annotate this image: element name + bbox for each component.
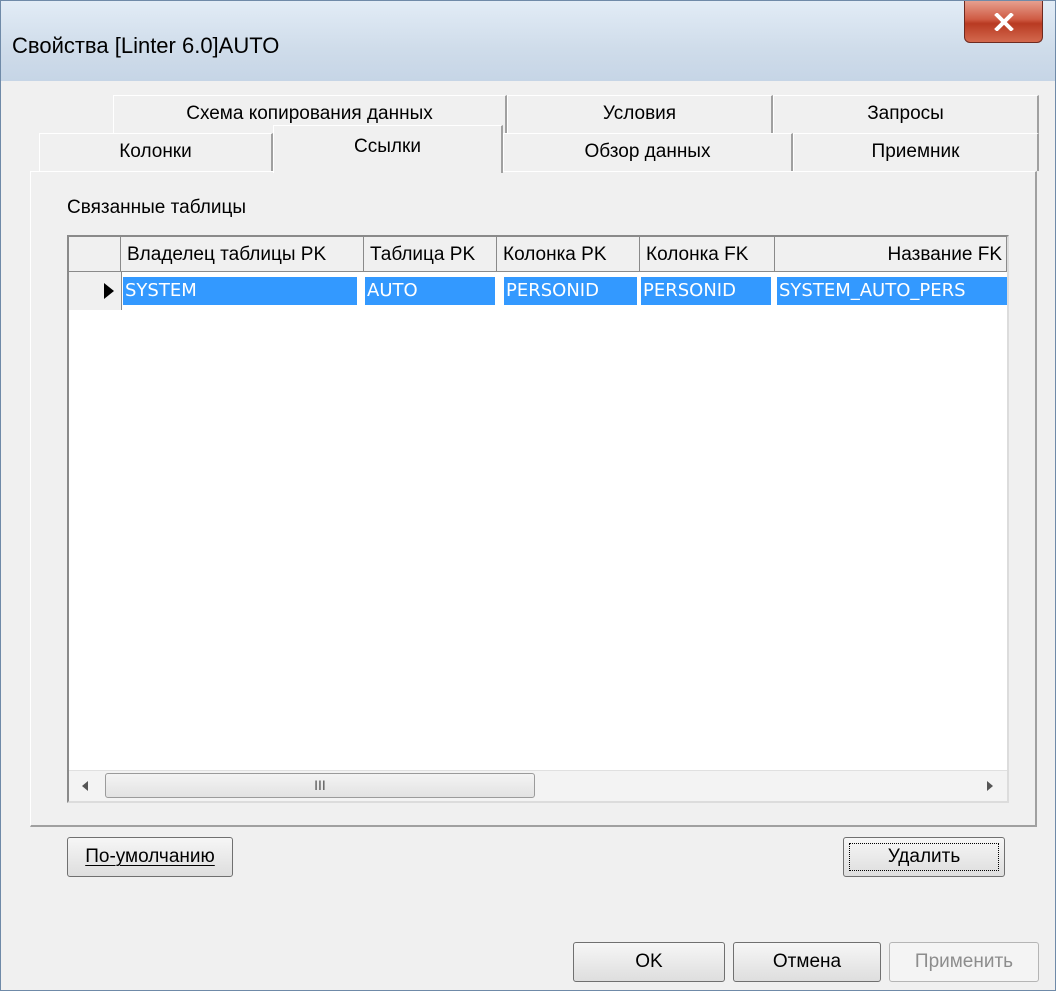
close-button[interactable] — [964, 1, 1043, 43]
cell-pk-table[interactable]: AUTO — [365, 277, 495, 305]
column-header-fk-column[interactable]: Колонка FK — [640, 237, 775, 272]
scroll-left-icon[interactable] — [80, 780, 90, 792]
cancel-button[interactable]: Отмена — [733, 942, 881, 982]
row-indicator-cell — [69, 272, 122, 310]
scroll-grip-icon: III — [314, 777, 326, 793]
column-header-pk-table[interactable]: Таблица PK — [364, 237, 497, 272]
column-header-pk-owner[interactable]: Владелец таблицы PK — [121, 237, 364, 272]
column-header-fk-name[interactable]: Название FK — [775, 237, 1007, 272]
tab-links[interactable]: Ссылки — [273, 125, 503, 173]
horizontal-scrollbar[interactable]: III — [69, 770, 1007, 801]
window-title: Свойства [Linter 6.0]AUTO — [12, 33, 280, 58]
properties-dialog: Свойства [Linter 6.0]AUTO Схема копирова… — [0, 0, 1056, 991]
default-button-label: По-умолчанию — [85, 846, 215, 867]
tab-columns[interactable]: Колонки — [39, 133, 273, 171]
cancel-button-label: Отмена — [772, 951, 842, 972]
cell-pk-column[interactable]: PERSONID — [504, 277, 637, 305]
tab-data-overview[interactable]: Обзор данных — [503, 133, 793, 171]
tab-conditions[interactable]: Условия — [507, 95, 773, 133]
linked-tables-grid[interactable]: Владелец таблицы PK Таблица PK Колонка P… — [67, 235, 1009, 803]
default-button[interactable]: По-умолчанию — [67, 837, 233, 877]
tab-receiver[interactable]: Приемник — [793, 133, 1039, 171]
apply-button-label: Применить — [914, 951, 1014, 972]
title-bar[interactable]: Свойства [Linter 6.0]AUTO — [1, 1, 1055, 81]
ok-button[interactable]: OK — [573, 942, 725, 982]
row-indicator-header — [69, 237, 121, 272]
linked-tables-label: Связанные таблицы — [67, 197, 246, 218]
close-icon — [993, 12, 1014, 31]
delete-button[interactable]: Удалить — [843, 837, 1005, 877]
column-header-pk-column[interactable]: Колонка PK — [497, 237, 640, 272]
scroll-thumb[interactable]: III — [105, 773, 535, 798]
apply-button[interactable]: Применить — [889, 942, 1039, 982]
cell-fk-column[interactable]: PERSONID — [641, 277, 771, 305]
ok-button-label: OK — [635, 951, 663, 972]
delete-button-label: Удалить — [887, 846, 961, 867]
scroll-right-icon[interactable] — [985, 780, 995, 792]
cell-fk-name[interactable]: SYSTEM_AUTO_PERS — [777, 277, 1007, 305]
cell-pk-owner[interactable]: SYSTEM — [123, 277, 357, 305]
current-row-arrow-icon — [104, 283, 114, 299]
tab-queries[interactable]: Запросы — [773, 95, 1039, 133]
